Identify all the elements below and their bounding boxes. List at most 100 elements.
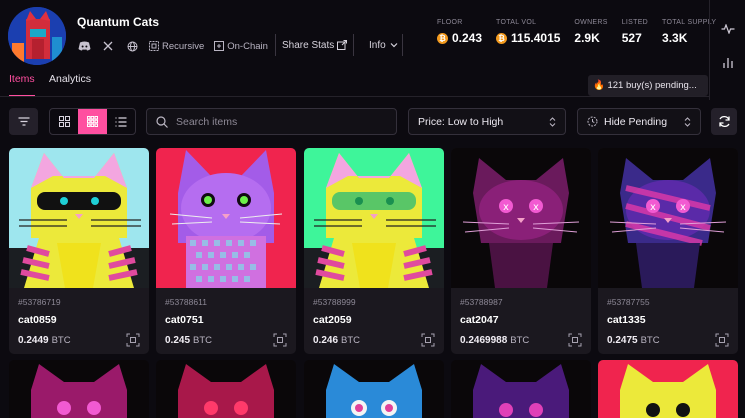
tag-on-chain-label: On-Chain — [227, 40, 268, 52]
bar-chart-button[interactable] — [716, 51, 740, 75]
x-twitter-icon[interactable] — [101, 39, 115, 53]
chevron-down-icon — [390, 43, 398, 48]
item-price: 0.245 BTC — [165, 335, 212, 346]
price-unit: BTC — [341, 335, 361, 346]
search-placeholder: Search items — [176, 115, 238, 128]
price-value: 0.246 — [313, 335, 339, 346]
filter-icon — [18, 117, 29, 126]
item-card[interactable]: #53788611 cat0751 0.245 BTC — [156, 148, 296, 354]
add-to-cart-icon[interactable] — [715, 333, 729, 347]
add-to-cart-icon[interactable] — [568, 333, 582, 347]
item-price: 0.2469988 BTC — [460, 335, 529, 346]
view-mode-toggle — [49, 108, 136, 135]
bar-chart-icon — [723, 58, 733, 68]
select-arrows-icon — [684, 116, 691, 127]
discord-icon[interactable] — [77, 39, 91, 53]
select-arrows-icon — [549, 116, 556, 127]
item-inscription-number: #53786719 — [18, 297, 61, 307]
add-to-cart-icon[interactable] — [421, 333, 435, 347]
view-small-grid-button[interactable] — [78, 109, 107, 134]
item-name: cat2047 — [460, 314, 499, 326]
item-name: cat0751 — [165, 314, 204, 326]
item-card[interactable] — [9, 360, 149, 418]
view-large-grid-button[interactable] — [50, 109, 78, 134]
share-icon — [337, 40, 348, 50]
item-card[interactable]: #53786719 cat0859 0.2449 BTC — [9, 148, 149, 354]
item-card[interactable]: #53788999 cat2059 0.246 BTC — [304, 148, 444, 354]
info-label: Info — [369, 39, 386, 51]
tag-on-chain: On-Chain — [214, 41, 268, 52]
stat-floor: FLOOR ₿ 0.243 — [437, 19, 482, 45]
item-image — [451, 360, 591, 418]
collection-avatar — [8, 7, 66, 65]
item-card[interactable] — [451, 360, 591, 418]
pending-buys-banner[interactable]: 🔥 121 buy(s) pending... — [588, 75, 708, 96]
item-inscription-number: #53787755 — [607, 297, 650, 307]
stat-owners: OWNERS 2.9K — [574, 19, 607, 45]
search-input[interactable]: Search items — [146, 108, 397, 135]
stat-label: FLOOR — [437, 19, 463, 26]
svg-text:x: x — [503, 202, 509, 213]
price-value: 0.245 — [165, 335, 191, 346]
item-image — [156, 360, 296, 418]
item-price: 0.246 BTC — [313, 335, 360, 346]
info-dropdown[interactable]: Info — [365, 34, 403, 56]
small-grid-icon — [86, 116, 98, 127]
add-to-cart-icon[interactable] — [273, 333, 287, 347]
price-value: 0.2449 — [18, 335, 49, 346]
tag-recursive-label: Recursive — [162, 40, 205, 52]
website-globe-icon[interactable] — [125, 39, 139, 53]
item-card[interactable]: x x #53788987 cat2047 0.2469988 BTC — [451, 148, 591, 354]
stat-label: OWNERS — [574, 19, 608, 26]
item-image — [304, 148, 444, 288]
price-value: 0.2475 — [607, 335, 638, 346]
pending-filter-select[interactable]: Hide Pending — [577, 108, 701, 135]
refresh-icon — [718, 115, 730, 128]
stat-value: 2.9K — [574, 31, 600, 45]
filter-button[interactable] — [9, 108, 38, 135]
chain-icon — [214, 41, 225, 51]
tab-analytics[interactable]: Analytics — [49, 73, 91, 85]
activity-icon — [721, 24, 735, 34]
item-image — [304, 360, 444, 418]
stat-value: 115.4015 — [511, 31, 561, 45]
marketplace-page: Quantum Cats Recursive On-Chain Share St… — [0, 0, 745, 418]
search-icon — [156, 115, 168, 128]
item-image: x x — [451, 148, 591, 288]
price-value: 0.2469988 — [460, 335, 508, 346]
item-image — [156, 148, 296, 288]
item-image — [9, 360, 149, 418]
svg-text:x: x — [533, 202, 539, 213]
header-divider — [0, 96, 709, 97]
stat-value: 0.243 — [452, 31, 483, 45]
view-list-button[interactable] — [107, 109, 135, 134]
pending-clock-icon — [587, 116, 598, 127]
bitcoin-icon: ₿ — [437, 32, 448, 44]
pending-filter-value: Hide Pending — [604, 115, 668, 128]
sort-value: Price: Low to High — [418, 115, 504, 128]
collection-header: Quantum Cats Recursive On-Chain Share St… — [0, 0, 745, 70]
item-name: cat1335 — [607, 314, 646, 326]
item-card[interactable] — [304, 360, 444, 418]
item-card[interactable]: x x #53787755 cat1335 0.2475 BTC — [598, 148, 738, 354]
stat-total-volume: TOTAL VOL ₿ 115.4015 — [496, 19, 560, 45]
collection-links: Recursive On-Chain — [77, 38, 278, 54]
refresh-button[interactable] — [711, 108, 737, 135]
share-stats-button[interactable]: Share Stats — [275, 34, 355, 56]
add-to-cart-icon[interactable] — [126, 333, 140, 347]
recursive-icon — [149, 41, 159, 51]
bitcoin-icon: ₿ — [496, 32, 508, 44]
item-inscription-number: #53788611 — [165, 297, 207, 307]
item-card[interactable] — [598, 360, 738, 418]
tab-items[interactable]: Items — [9, 73, 35, 85]
tab-bar: Items Analytics — [0, 70, 560, 96]
item-price: 0.2449 BTC — [18, 335, 71, 346]
stat-value: 3.3K — [662, 31, 688, 45]
sort-select[interactable]: Price: Low to High — [408, 108, 566, 135]
item-card[interactable] — [156, 360, 296, 418]
activity-chart-button[interactable] — [716, 17, 740, 41]
item-image — [9, 148, 149, 288]
share-stats-label: Share Stats — [282, 39, 335, 51]
large-grid-icon — [58, 116, 70, 127]
price-unit: BTC — [640, 335, 660, 346]
